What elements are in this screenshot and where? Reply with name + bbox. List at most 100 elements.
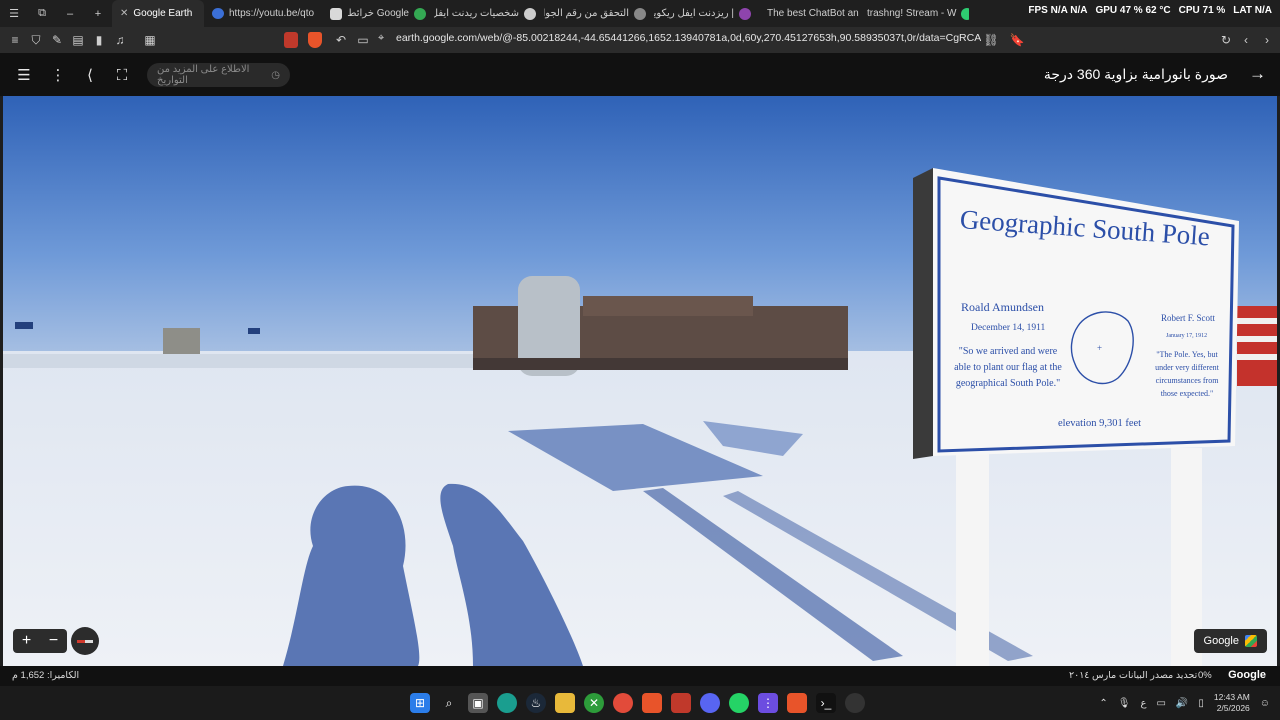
fps-readout: FPS N/A N/A	[1028, 5, 1088, 16]
stream-icon	[961, 7, 969, 20]
monitor-icon[interactable]: ▭	[1156, 698, 1165, 709]
terminal-icon[interactable]: ›_	[816, 693, 836, 713]
earth-status-bar: الكاميرا: 1,652 م مارس ٢٠١٤ تحديد مصدر ا…	[0, 666, 1280, 686]
tab-youtube[interactable]: https://youtu.be/qto	[204, 0, 314, 27]
zoom-in-button[interactable]: +	[22, 632, 31, 650]
calendar-icon[interactable]: ▦	[140, 30, 160, 50]
windows-taskbar: ⊞ ⌕ ▣ ♨ ✕ ⋮ ›_ ⌃ 🎙 ع ▭ 🔊 ▯ 12:43 AM 2/5/…	[0, 686, 1280, 720]
tab-phone-verify[interactable]: التحقق من رقم الجوال	[544, 0, 654, 27]
ad-block-badge-icon[interactable]	[284, 32, 298, 48]
sign-amundsen-date: December 14, 1911	[971, 323, 1046, 333]
data-attribution-link[interactable]: تحديد مصدر البيانات	[1119, 670, 1197, 681]
share-icon[interactable]: ⟨	[80, 65, 100, 85]
screen-icon[interactable]: ▭	[353, 30, 373, 50]
tray-chevron-icon[interactable]: ⌃	[1099, 698, 1107, 709]
globe-icon	[212, 8, 224, 19]
browser-toolbar: ≡ ⛉ ✎ ▤ ▮ ♫ ▦ ↶ ▭ ⌖ earth.google.com/web…	[0, 27, 1280, 53]
reader-icon[interactable]: ▤	[68, 30, 88, 50]
latency-readout: LAT N/A	[1233, 5, 1272, 16]
more-dates-button[interactable]: الاطلاع على المزيد من التواريخ ◷	[147, 63, 290, 87]
back-icon[interactable]: ‹	[1236, 30, 1256, 50]
address-bar[interactable]: earth.google.com/web/@-85.00218244,-44.6…	[396, 32, 981, 44]
search-icon[interactable]: ⌕	[439, 693, 459, 713]
microphone-icon[interactable]: 🎙	[1118, 698, 1131, 709]
tab-google-earth[interactable]: ✕ Google Earth	[112, 0, 204, 27]
sign-elevation: elevation 9,301 feet	[1058, 418, 1142, 429]
steam-icon[interactable]: ♨	[526, 693, 546, 713]
tab-actions-icon[interactable]: ⧉	[28, 0, 56, 27]
google-contributor-icon	[1245, 635, 1257, 647]
layers-menu-icon[interactable]: ☰	[14, 65, 34, 85]
camera-altitude: الكاميرا: 1,652 م	[12, 670, 80, 681]
site-icon	[634, 7, 646, 20]
discord-icon[interactable]	[700, 693, 720, 713]
tab-resident-requiem[interactable]: ريزدنت ايفل ريكويم |	[654, 0, 759, 27]
system-tray: ⌃ 🎙 ع ▭ 🔊 ▯ 12:43 AM 2/5/2026 ☺	[1099, 692, 1270, 714]
new-tab-button[interactable]: +	[84, 0, 112, 27]
google-attribution-button[interactable]: Google	[1193, 629, 1267, 653]
brave-browser-icon[interactable]	[787, 693, 807, 713]
tab-chatbot[interactable]: The best ChatBot an	[759, 0, 859, 27]
browser-tab-strip: ☰ ⧉ – + ✕ Google Earth https://youtu.be/…	[0, 0, 1280, 27]
bookmark-icon[interactable]: 🔖	[1007, 30, 1027, 50]
battery-icon[interactable]: ▯	[1198, 698, 1204, 709]
tab-label: خرائط Google	[347, 8, 409, 19]
music-icon[interactable]: ♫	[110, 30, 130, 50]
earth-header: ☰ ⋮ ⟨ ⛶ الاطلاع على المزيد من التواريخ ◷…	[0, 53, 1280, 96]
link-icon[interactable]: ⛓	[981, 30, 1001, 50]
chrome-icon[interactable]	[613, 693, 633, 713]
game-bar-icon[interactable]	[671, 693, 691, 713]
tab-stream[interactable]: trashng! Stream - W	[859, 0, 969, 27]
load-percent: 0%	[1198, 670, 1212, 681]
site-icon	[524, 7, 536, 20]
minimize-icon[interactable]: –	[56, 0, 84, 27]
imagery-date: مارس ٢٠١٤	[1069, 670, 1117, 681]
apps-grid-icon[interactable]: ⋮	[758, 693, 778, 713]
task-view-icon[interactable]: ▣	[468, 693, 488, 713]
tab-label: https://youtu.be/qto	[229, 8, 314, 19]
tab-google-maps[interactable]: خرائط Google	[314, 0, 434, 27]
clock-time: 12:43 AM	[1213, 692, 1250, 702]
sign-scott-date: January 17, 1912	[1166, 333, 1208, 339]
sidebar-icon[interactable]: ▮	[89, 30, 109, 50]
sidebar-toggle-icon[interactable]: ☰	[0, 0, 28, 27]
tab-label: Google Earth	[133, 8, 193, 19]
brave-icon[interactable]	[642, 693, 662, 713]
input-language[interactable]: ع	[1140, 698, 1146, 709]
close-tab-icon[interactable]: ✕	[120, 8, 128, 19]
volume-icon[interactable]: 🔊	[1176, 698, 1188, 709]
xbox-icon[interactable]: ✕	[584, 693, 604, 713]
system-clock[interactable]: 12:43 AM 2/5/2026	[1214, 692, 1250, 714]
cpu-readout: CPU 71 %	[1178, 5, 1226, 16]
reload-icon[interactable]: ↻	[1216, 30, 1236, 50]
extension-icon[interactable]: ✎	[47, 30, 67, 50]
zoom-out-button[interactable]: −	[49, 632, 58, 650]
compass-icon[interactable]	[71, 627, 99, 655]
forward-icon[interactable]: ›	[1257, 30, 1277, 50]
panorama-view[interactable]: + Geographic South Pole Roald Amundsen D…	[3, 96, 1277, 666]
brave-shield-icon[interactable]	[308, 32, 322, 48]
more-options-icon[interactable]: ⋮	[48, 65, 68, 85]
clock-date: 2/5/2026	[1216, 703, 1250, 713]
zoom-control: + −	[13, 629, 67, 653]
tab-resident-characters[interactable]: شخصيات ريدنت ايفل	[434, 0, 544, 27]
panorama-image: +	[3, 96, 1277, 666]
maps-icon	[414, 7, 426, 20]
sign-scott-name: Robert F. Scott	[1161, 313, 1216, 323]
fullscreen-icon[interactable]: ⛶	[112, 65, 132, 85]
maps-pin-icon	[330, 7, 343, 20]
menu-icon[interactable]: ≡	[5, 30, 25, 50]
windows-start-icon[interactable]: ⊞	[410, 693, 430, 713]
whatsapp-icon[interactable]	[729, 693, 749, 713]
svg-text:+: +	[1097, 343, 1102, 353]
close-arrow-icon[interactable]: →	[1249, 64, 1266, 84]
notification-icon[interactable]: ☺	[1260, 698, 1270, 709]
shield-icon[interactable]: ⛉	[26, 30, 46, 50]
obs-icon[interactable]	[845, 693, 865, 713]
tab-label: The best ChatBot an	[767, 8, 859, 19]
sign-amundsen-name: Roald Amundsen	[961, 300, 1044, 314]
tab-label: التحقق من رقم الجوال	[544, 8, 629, 19]
file-explorer-icon[interactable]	[555, 693, 575, 713]
edge-icon[interactable]	[497, 693, 517, 713]
undo-icon[interactable]: ↶	[331, 30, 351, 50]
